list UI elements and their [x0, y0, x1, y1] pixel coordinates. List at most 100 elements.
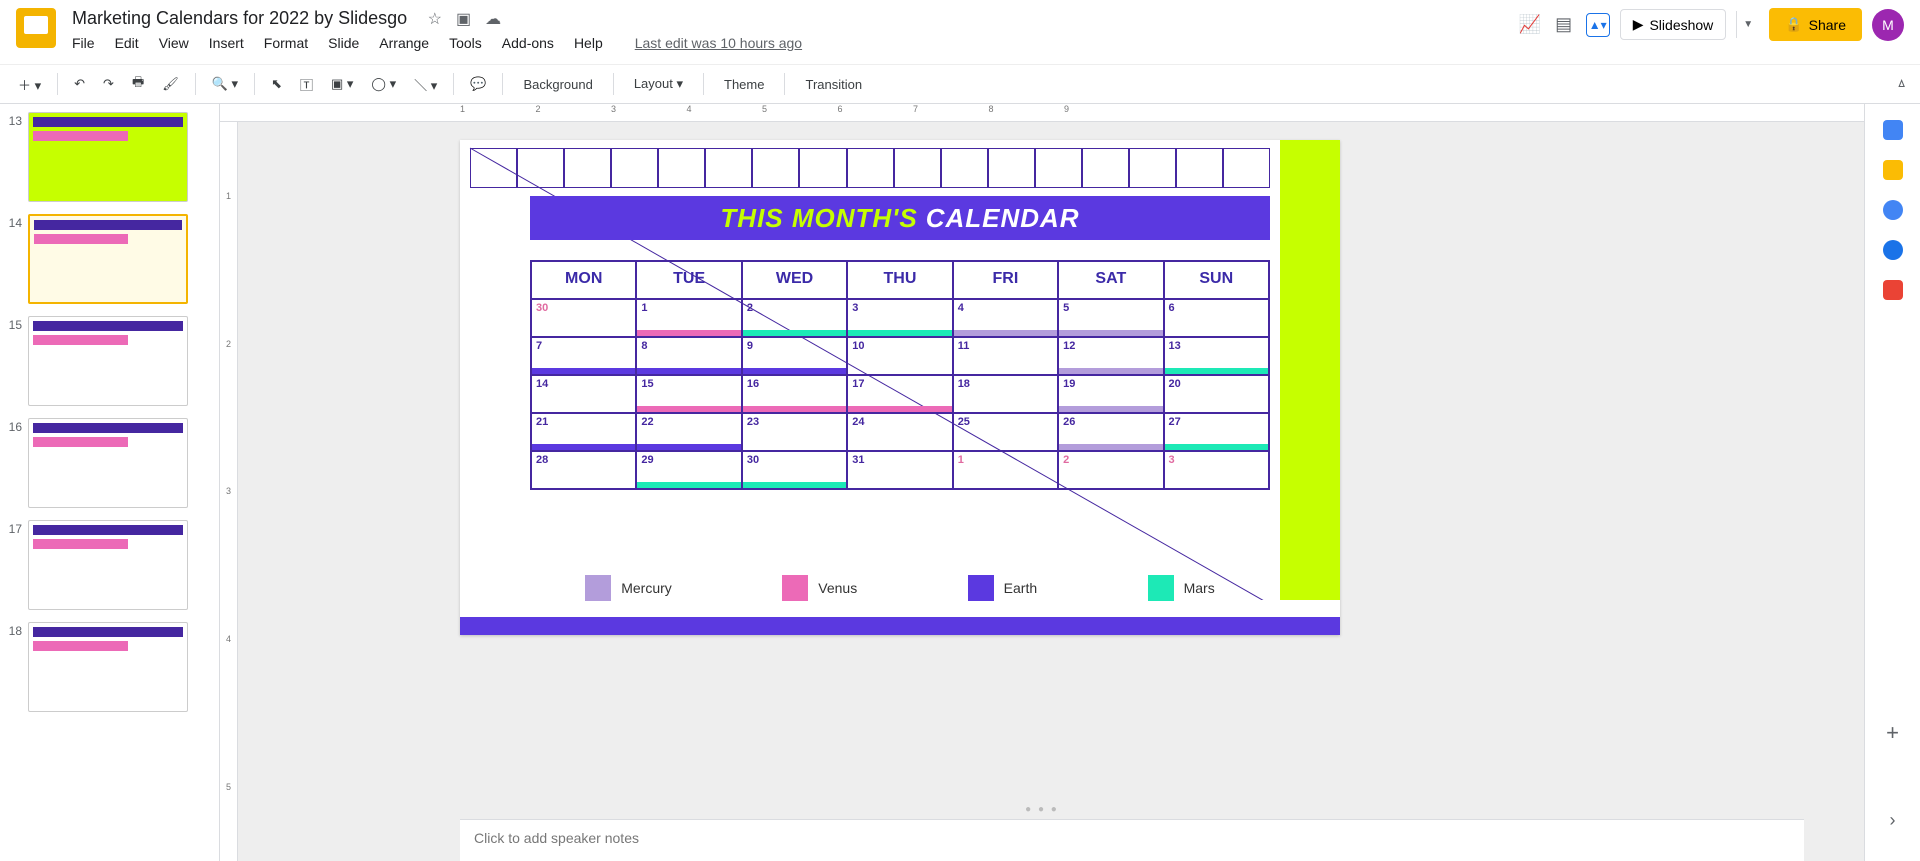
- keep-app-icon[interactable]: [1883, 160, 1903, 180]
- calendar-cell[interactable]: 14: [531, 375, 636, 413]
- calendar-cell[interactable]: 7: [531, 337, 636, 375]
- background-menu[interactable]: Background: [513, 73, 602, 96]
- comments-icon[interactable]: ▤: [1552, 13, 1576, 37]
- menu-format[interactable]: Format: [264, 35, 308, 51]
- expand-panel-icon[interactable]: ›: [1890, 810, 1896, 831]
- calendar-cell[interactable]: 31: [847, 451, 952, 489]
- calendar-cell[interactable]: 2: [1058, 451, 1163, 489]
- slide-thumbnail-18[interactable]: [28, 622, 188, 712]
- calendar-cell[interactable]: 4: [953, 299, 1058, 337]
- transition-menu[interactable]: Transition: [795, 73, 872, 96]
- paint-format-button[interactable]: 🖌: [156, 72, 185, 96]
- slideshow-caret[interactable]: ▼: [1736, 11, 1759, 38]
- slide-canvas[interactable]: THIS MONTH'S CALENDAR MONTUEWEDTHUFRISAT…: [460, 140, 1340, 635]
- calendar-cell[interactable]: 26: [1058, 413, 1163, 451]
- event-bar: [1059, 406, 1162, 412]
- filmstrip[interactable]: 131415161718: [0, 104, 220, 861]
- calendar-cell[interactable]: 21: [531, 413, 636, 451]
- new-slide-button[interactable]: ＋ ▾: [12, 71, 47, 98]
- drag-handle-icon[interactable]: ● ● ●: [1025, 804, 1059, 815]
- menu-edit[interactable]: Edit: [115, 35, 139, 51]
- calendar-cell[interactable]: 10: [847, 337, 952, 375]
- calendar-cell[interactable]: 11: [953, 337, 1058, 375]
- image-tool[interactable]: ▣ ▾: [325, 72, 359, 96]
- slide-thumbnail-17[interactable]: [28, 520, 188, 610]
- doc-title[interactable]: Marketing Calendars for 2022 by Slidesgo: [72, 8, 407, 29]
- calendar-cell[interactable]: 25: [953, 413, 1058, 451]
- calendar-cell[interactable]: 19: [1058, 375, 1163, 413]
- calendar-cell[interactable]: 13: [1164, 337, 1269, 375]
- share-button[interactable]: 🔒 Share: [1769, 8, 1862, 41]
- calendar-cell[interactable]: 15: [636, 375, 741, 413]
- slides-logo-icon[interactable]: [16, 8, 56, 48]
- menu-file[interactable]: File: [72, 35, 95, 51]
- undo-button[interactable]: ↶: [68, 72, 91, 96]
- slide-thumbnail-16[interactable]: [28, 418, 188, 508]
- slide-title[interactable]: THIS MONTH'S CALENDAR: [530, 196, 1270, 240]
- theme-menu[interactable]: Theme: [714, 73, 774, 96]
- calendar-cell[interactable]: 24: [847, 413, 952, 451]
- move-icon[interactable]: ▣: [456, 9, 471, 29]
- calendar-cell[interactable]: 9: [742, 337, 847, 375]
- menu-insert[interactable]: Insert: [209, 35, 244, 51]
- tasks-app-icon[interactable]: [1883, 200, 1903, 220]
- avatar[interactable]: M: [1872, 9, 1904, 41]
- menu-add-ons[interactable]: Add-ons: [502, 35, 554, 51]
- calendar-cell[interactable]: 5: [1058, 299, 1163, 337]
- calendar-cell[interactable]: 28: [531, 451, 636, 489]
- day-header: SUN: [1164, 261, 1269, 299]
- thumb-number: 16: [0, 418, 28, 434]
- slideshow-button[interactable]: ▶ Slideshow: [1620, 9, 1727, 40]
- line-tool[interactable]: ＼ ▾: [408, 71, 443, 98]
- calendar-cell[interactable]: 2: [742, 299, 847, 337]
- slide-thumbnail-13[interactable]: [28, 112, 188, 202]
- calendar-cell[interactable]: 1: [953, 451, 1058, 489]
- star-icon[interactable]: ☆: [428, 9, 442, 29]
- cloud-icon[interactable]: ☁: [485, 9, 501, 29]
- calendar-cell[interactable]: 27: [1164, 413, 1269, 451]
- trend-icon[interactable]: 📈: [1518, 13, 1542, 37]
- calendar-cell[interactable]: 17: [847, 375, 952, 413]
- zoom-button[interactable]: 🔍 ▾: [206, 72, 244, 96]
- layout-menu[interactable]: Layout ▾: [624, 72, 693, 96]
- calendar-app-icon[interactable]: [1883, 120, 1903, 140]
- slide-thumbnail-15[interactable]: [28, 316, 188, 406]
- slide-thumbnail-14[interactable]: [28, 214, 188, 304]
- calendar-cell[interactable]: 30: [742, 451, 847, 489]
- menu-tools[interactable]: Tools: [449, 35, 482, 51]
- calendar-cell[interactable]: 6: [1164, 299, 1269, 337]
- thumb-number: 13: [0, 112, 28, 128]
- speaker-notes[interactable]: Click to add speaker notes: [460, 819, 1804, 861]
- calendar-cell[interactable]: 23: [742, 413, 847, 451]
- redo-button[interactable]: ↷: [97, 72, 120, 96]
- textbox-tool[interactable]: 🅃: [294, 71, 319, 98]
- comment-button[interactable]: 💬: [464, 72, 492, 96]
- calendar-table[interactable]: MONTUEWEDTHUFRISATSUN3012345678910111213…: [530, 260, 1270, 490]
- calendar-cell[interactable]: 3: [847, 299, 952, 337]
- calendar-cell[interactable]: 30: [531, 299, 636, 337]
- calendar-cell[interactable]: 20: [1164, 375, 1269, 413]
- maps-app-icon[interactable]: [1883, 280, 1903, 300]
- calendar-cell[interactable]: 29: [636, 451, 741, 489]
- calendar-cell[interactable]: 1: [636, 299, 741, 337]
- collapse-toolbar-icon[interactable]: ㅿ: [1895, 74, 1908, 94]
- event-bar: [1059, 444, 1162, 450]
- menu-slide[interactable]: Slide: [328, 35, 359, 51]
- menu-view[interactable]: View: [159, 35, 189, 51]
- last-edit[interactable]: Last edit was 10 hours ago: [635, 35, 802, 51]
- calendar-cell[interactable]: 22: [636, 413, 741, 451]
- calendar-cell[interactable]: 12: [1058, 337, 1163, 375]
- calendar-cell[interactable]: 16: [742, 375, 847, 413]
- shape-tool[interactable]: ◯ ▾: [365, 72, 402, 96]
- calendar-cell[interactable]: 18: [953, 375, 1058, 413]
- menu-arrange[interactable]: Arrange: [379, 35, 429, 51]
- select-tool[interactable]: ⬉: [265, 72, 288, 96]
- contacts-app-icon[interactable]: [1883, 240, 1903, 260]
- add-app-icon[interactable]: +: [1883, 720, 1903, 740]
- print-button[interactable]: 🖶: [126, 69, 150, 99]
- present-up-icon[interactable]: ▲▾: [1586, 13, 1610, 37]
- event-bar: [1165, 444, 1268, 450]
- menu-help[interactable]: Help: [574, 35, 603, 51]
- calendar-cell[interactable]: 3: [1164, 451, 1269, 489]
- calendar-cell[interactable]: 8: [636, 337, 741, 375]
